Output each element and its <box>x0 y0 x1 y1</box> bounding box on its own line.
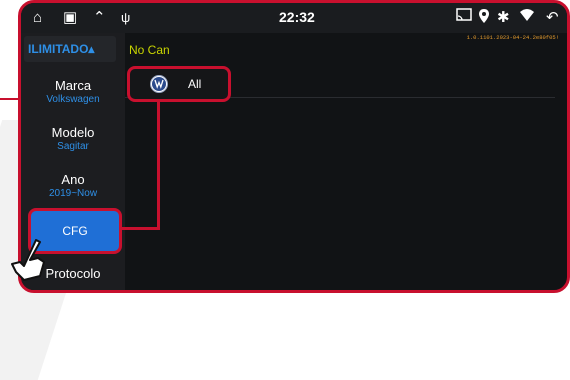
bluetooth-icon: ✱ <box>497 9 510 26</box>
sidebar-item-label: CFG <box>62 224 88 238</box>
option-label: All <box>188 77 202 91</box>
annotation-connector <box>157 102 160 230</box>
clock: 22:32 <box>279 9 315 25</box>
sidebar-item-label: Modelo <box>51 125 95 140</box>
sidebar-item-marca[interactable]: Marca Volkswagen <box>21 78 125 106</box>
mode-dropdown-button[interactable]: ILIMITADO▴ <box>24 36 116 62</box>
firmware-version: 1.0.1101.2023-04-24.2e80f05! <box>466 34 559 41</box>
sidebar-item-value: 2019~Now <box>48 188 98 199</box>
tap-hand-icon <box>11 239 45 281</box>
usb-icon: ψ <box>121 10 131 25</box>
wifi-icon <box>519 8 535 28</box>
cast-icon <box>456 8 472 28</box>
sidebar-item-modelo[interactable]: Modelo Sagitar <box>21 125 125 153</box>
annotation-connector <box>122 227 160 230</box>
recent-apps-icon[interactable]: ▣ <box>63 8 77 28</box>
can-status: No Can <box>129 43 170 57</box>
home-icon[interactable]: ⌂ <box>33 8 42 28</box>
sidebar-item-value: Sagitar <box>57 141 89 152</box>
vw-logo-icon <box>150 75 168 93</box>
back-icon[interactable]: ↶ <box>546 8 559 28</box>
annotation-line <box>0 98 20 100</box>
option-all[interactable]: All <box>127 66 231 102</box>
sidebar-item-label: Ano <box>61 172 85 187</box>
sidebar-item-value: Volkswagen <box>46 94 100 105</box>
head-unit-screen: ⌂ ▣ ⌃ ψ 22:32 ✱ ↶ 1.0.1101.2023-04-24.2e… <box>18 0 570 293</box>
sidebar-item-ano[interactable]: Ano 2019~Now <box>21 172 125 200</box>
status-bar: ⌂ ▣ ⌃ ψ 22:32 ✱ ↶ <box>21 3 567 33</box>
chevrons-up-icon[interactable]: ⌃ <box>93 8 106 28</box>
sidebar-item-label: Marca <box>54 78 92 93</box>
location-icon <box>478 8 490 30</box>
